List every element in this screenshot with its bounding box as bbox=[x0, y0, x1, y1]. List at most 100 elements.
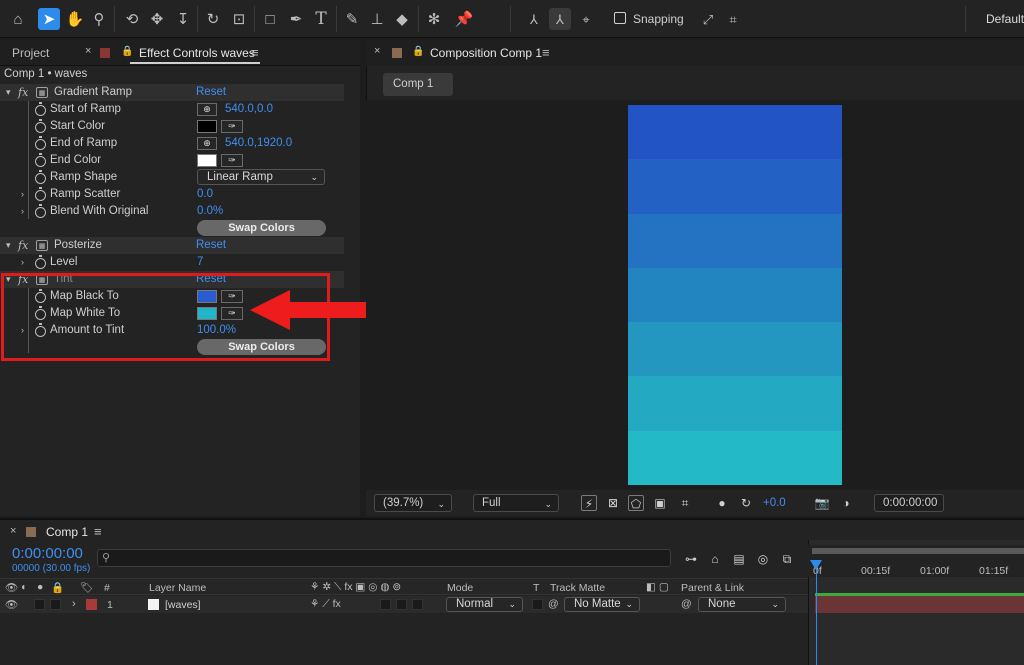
lock-toggle[interactable] bbox=[50, 599, 61, 610]
panel-menu-icon[interactable]: ≡ bbox=[251, 45, 259, 60]
selection-tool-icon[interactable]: ➤ bbox=[38, 8, 60, 30]
prop-value[interactable]: 0.0 bbox=[197, 188, 213, 200]
roto-brush-icon[interactable]: ✻ bbox=[423, 8, 445, 30]
lock-icon[interactable]: 🔒 bbox=[121, 46, 133, 57]
type-tool-icon[interactable]: T bbox=[310, 8, 332, 30]
stopwatch-icon[interactable] bbox=[35, 170, 46, 184]
swap-colors-button[interactable]: Swap Colors bbox=[197, 220, 326, 236]
crosshair-icon[interactable]: ⊕ bbox=[197, 103, 217, 116]
prop-value[interactable]: 540.0,1920.0 bbox=[225, 137, 292, 149]
prop-value[interactable]: 540.0,0.0 bbox=[225, 103, 273, 115]
axis-local-icon[interactable]: ⅄ bbox=[523, 8, 545, 30]
stopwatch-icon[interactable] bbox=[35, 136, 46, 150]
layer-name[interactable]: [waves] bbox=[165, 599, 201, 611]
label-tag-icon[interactable]: 🏷 bbox=[80, 581, 93, 594]
fx-toggle-icon[interactable]: fx bbox=[18, 239, 28, 252]
chevron-right-icon[interactable]: › bbox=[21, 257, 24, 267]
brush-tool-icon[interactable]: ✎ bbox=[341, 8, 363, 30]
chevron-right-icon[interactable]: › bbox=[72, 598, 76, 610]
stopwatch-icon[interactable] bbox=[35, 255, 46, 269]
layer-row[interactable]: 👁 › 1 [waves] ⚘ ⟋ fx Normal ⌄ @ No Matte ⌄… bbox=[0, 596, 808, 613]
color-swatch[interactable] bbox=[197, 154, 217, 167]
channel-rgb-icon[interactable]: ● bbox=[714, 495, 730, 511]
eyedropper-icon[interactable]: ✑ bbox=[221, 154, 243, 167]
camera-snapshot-icon[interactable]: 📷 bbox=[814, 495, 830, 511]
crosshair-icon[interactable]: ⊕ bbox=[197, 137, 217, 150]
transparency-grid-icon[interactable]: ⊠ bbox=[605, 495, 621, 511]
close-icon[interactable]: × bbox=[374, 45, 380, 57]
stopwatch-icon[interactable] bbox=[35, 153, 46, 167]
parent-dropdown[interactable]: None ⌄ bbox=[698, 597, 786, 612]
draft-3d-icon[interactable]: ⌂ bbox=[707, 551, 723, 567]
playhead-handle[interactable] bbox=[810, 560, 822, 570]
stopwatch-icon[interactable] bbox=[35, 187, 46, 201]
chevron-down-icon[interactable]: ▾ bbox=[6, 240, 11, 251]
chevron-right-icon[interactable]: › bbox=[21, 189, 24, 199]
motion-blur-icon[interactable]: ◎ bbox=[755, 551, 771, 567]
zoom-dropdown[interactable]: (39.7%) ⌄ bbox=[374, 494, 452, 512]
fx-toggle-icon[interactable]: fx bbox=[18, 86, 28, 99]
axis-world-icon[interactable]: ⅄ bbox=[549, 8, 571, 30]
effect-posterize-header[interactable]: ▾ fx ▦ Posterize Reset bbox=[0, 237, 344, 254]
pick-whip-icon[interactable]: @ bbox=[681, 598, 692, 610]
chevron-down-icon[interactable]: ▾ bbox=[6, 87, 11, 98]
show-snapshot-icon[interactable]: ◑ bbox=[838, 495, 854, 511]
rectangle-tool-icon[interactable]: □ bbox=[259, 8, 281, 30]
prop-value[interactable]: 0.0% bbox=[197, 205, 223, 217]
workspace-label[interactable]: Default bbox=[986, 12, 1024, 26]
graph-editor-icon[interactable]: ⧉ bbox=[779, 551, 795, 567]
ramp-shape-dropdown[interactable]: Linear Ramp ⌄ bbox=[197, 169, 325, 185]
stopwatch-icon[interactable] bbox=[35, 102, 46, 116]
layer-search-input[interactable]: ⚲ bbox=[97, 549, 671, 567]
switch-box[interactable] bbox=[396, 599, 407, 610]
composition-mini-flowchart-icon[interactable]: ⊶ bbox=[683, 551, 699, 567]
hand-tool-icon[interactable]: ✋ bbox=[64, 8, 86, 30]
switch-box[interactable] bbox=[412, 599, 423, 610]
clone-stamp-icon[interactable]: ⊥ bbox=[366, 8, 388, 30]
layer-switches-icon[interactable]: ⚘ ⟋ fx bbox=[310, 598, 341, 611]
close-icon[interactable]: × bbox=[85, 45, 91, 57]
blend-mode-dropdown[interactable]: Normal ⌄ bbox=[446, 597, 523, 612]
lock-column-icon[interactable]: 🔒 bbox=[51, 581, 64, 594]
home-icon[interactable]: ⌂ bbox=[7, 8, 29, 30]
tab-project[interactable]: Project bbox=[12, 46, 49, 60]
pen-tool-icon[interactable]: ✒ bbox=[285, 8, 307, 30]
audio-icon[interactable]: ◖ bbox=[20, 581, 26, 593]
pan-behind-icon[interactable]: ⊡ bbox=[228, 8, 250, 30]
layer-label-color[interactable] bbox=[86, 599, 97, 610]
exposure-value[interactable]: +0.0 bbox=[763, 497, 786, 509]
eraser-icon[interactable]: ◆ bbox=[391, 8, 413, 30]
eye-icon[interactable]: 👁 bbox=[5, 581, 18, 594]
mask-visibility-icon[interactable]: ⬠ bbox=[628, 495, 644, 511]
panel-menu-icon[interactable]: ≡ bbox=[542, 45, 550, 60]
lock-icon[interactable]: 🔒 bbox=[412, 46, 424, 57]
close-icon[interactable]: × bbox=[10, 525, 16, 537]
comp-subtab[interactable]: Comp 1 bbox=[383, 73, 453, 96]
effect-gradient-ramp-header[interactable]: ▾ fx ▦ Gradient Ramp Reset bbox=[0, 84, 344, 101]
chevron-right-icon[interactable]: › bbox=[21, 206, 24, 216]
grid-guides-icon[interactable]: ⌗ bbox=[677, 495, 693, 511]
switch-box[interactable] bbox=[380, 599, 391, 610]
tab-timeline[interactable]: Comp 1 bbox=[46, 525, 88, 539]
fast-previews-icon[interactable]: ⚡ bbox=[581, 495, 597, 511]
layer-duration-bar[interactable] bbox=[815, 596, 1024, 613]
reset-link[interactable]: Reset bbox=[196, 86, 226, 98]
region-of-interest-icon[interactable]: ▣ bbox=[652, 495, 668, 511]
zoom-tool-icon[interactable]: ⚲ bbox=[88, 8, 110, 30]
orbit-camera-icon[interactable]: ⟲ bbox=[121, 8, 143, 30]
snap-edges-icon[interactable]: ⤢ bbox=[697, 8, 719, 30]
resolution-dropdown[interactable]: Full ⌄ bbox=[473, 494, 559, 512]
stopwatch-icon[interactable] bbox=[35, 204, 46, 218]
stopwatch-icon[interactable] bbox=[35, 119, 46, 133]
solo-toggle[interactable] bbox=[34, 599, 45, 610]
snapping-checkbox[interactable] bbox=[614, 12, 626, 24]
preserve-transparency-toggle[interactable] bbox=[532, 599, 543, 610]
column-layer-name[interactable]: Layer Name bbox=[149, 582, 206, 594]
pan-camera-icon[interactable]: ✥ bbox=[146, 8, 168, 30]
solo-icon[interactable]: ● bbox=[37, 581, 43, 593]
playhead-line[interactable] bbox=[816, 560, 817, 665]
tab-composition[interactable]: Composition Comp 1 bbox=[430, 46, 542, 60]
timeline-timecode[interactable]: 0:00:00:00 bbox=[12, 545, 83, 562]
shy-layers-icon[interactable]: ▤ bbox=[731, 551, 747, 567]
reset-exposure-icon[interactable]: ↻ bbox=[738, 495, 754, 511]
